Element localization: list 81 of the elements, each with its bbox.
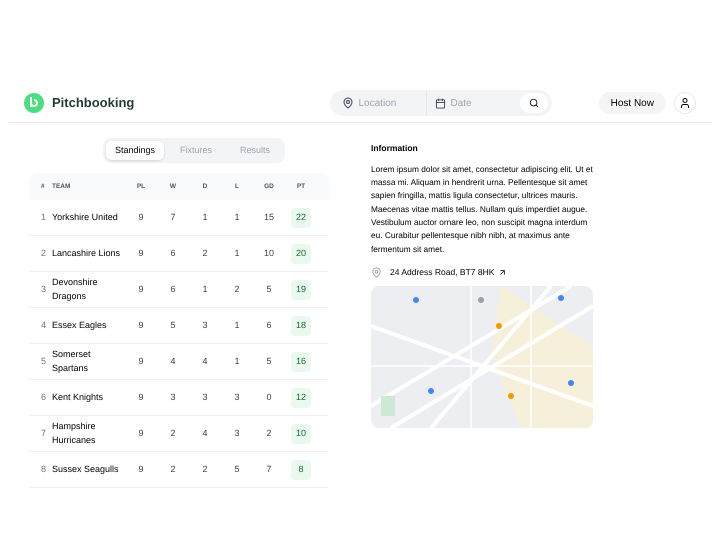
table-cell-text: 9 [137, 318, 144, 332]
table-cell-text: 1 [233, 210, 240, 224]
table-cell-text: 2 [233, 282, 240, 296]
table-cell-text: 2 [201, 246, 208, 260]
host-now-button[interactable]: Host Now [598, 92, 666, 114]
points-badge: 19 [291, 280, 311, 300]
profile-button[interactable] [674, 92, 696, 114]
external-link-icon [498, 268, 508, 277]
tab[interactable]: Standings [106, 141, 164, 160]
table-cell-text: 4 [169, 354, 176, 368]
team-name: Somerset Spartans [52, 348, 92, 375]
team-name: Devonshire Dragons [52, 276, 99, 303]
table-cell-text: 9 [137, 390, 144, 404]
table-cell-text: 5 [233, 462, 240, 476]
table-cell-text: 9 [137, 426, 144, 440]
table-cell-text: 9 [137, 462, 144, 476]
table-cell-text: 2 [201, 462, 208, 476]
table-cell-text: 9 [137, 246, 144, 260]
info-description: Lorem ipsum dolor sit amet, consectetur adipiscing elit. Ut et massa mi. Aliquam in hendrerit urna. Pellentesque sit amet sapien fringilla, mattis ligula consectetur, ultrices mauris. Maecenas vitae mattis tellus. Nullam quis imperdiet augue. Vestibulum auctor ornare leo, non suscipit magna interdum eu. Curabitur pellentesque nibh nibh, at maximus ante fermentum sit amet. [371, 162, 593, 256]
table-cell-text: 3 [201, 390, 208, 404]
table-cell-text: 4 [201, 426, 208, 440]
points-badge: 18 [291, 316, 311, 336]
logo-icon [24, 93, 44, 113]
address-link[interactable]: 24 Address Road, BT7 8HK [390, 266, 494, 279]
table-cell-text: 9 [137, 210, 144, 224]
user-icon [678, 97, 691, 109]
table-cell-text: 3 [233, 390, 240, 404]
search-button[interactable] [520, 93, 548, 113]
info-title: Information [371, 142, 419, 155]
rank-number: 2 [41, 246, 48, 260]
table-cell-text: 6 [265, 318, 272, 332]
location-field[interactable]: Location [358, 96, 422, 110]
table-cell-text: 1 [233, 246, 240, 260]
table-cell-text: 1 [201, 210, 208, 224]
team-name: Sussex Seagulls [52, 462, 120, 476]
location-pin-icon [342, 97, 354, 109]
search-icon [529, 98, 540, 108]
table-cell-text: 1 [233, 318, 240, 332]
table-cell-text: 6 [169, 246, 176, 260]
table-cell-text: 5 [169, 318, 176, 332]
points-badge: 20 [291, 244, 311, 264]
points-badge: 22 [291, 208, 311, 228]
table-cell-text: 4 [201, 354, 208, 368]
table-cell-text: 2 [265, 426, 272, 440]
rank-number: 6 [41, 390, 48, 404]
table-cell-text: 15 [262, 210, 275, 224]
rank-number: 7 [41, 426, 48, 440]
table-cell-text: 1 [233, 354, 240, 368]
team-name: Hampshire Hurricanes [52, 420, 97, 446]
rank-number: 5 [41, 354, 48, 368]
table-cell-text: 3 [233, 426, 240, 440]
team-name: Lancashire Lions [52, 246, 122, 260]
table-cell-text: 3 [201, 318, 208, 332]
table-cell-text: 2 [169, 462, 176, 476]
team-name: Yorkshire United [52, 210, 119, 224]
table-cell-text: 2 [169, 426, 176, 440]
points-badge: 8 [291, 460, 311, 480]
rank-number: 8 [41, 462, 48, 476]
table-cell-text: 5 [265, 282, 272, 296]
table-cell-text: 1 [201, 282, 208, 296]
brand-name[interactable]: Pitchbooking [52, 93, 134, 113]
table-cell-text: 7 [265, 462, 272, 476]
points-badge: 12 [291, 388, 311, 408]
calendar-icon [435, 98, 446, 108]
table-cell-text: 9 [137, 282, 144, 296]
table-cell-text: 3 [169, 390, 176, 404]
table-cell-text: 0 [265, 390, 272, 404]
points-badge: 10 [291, 424, 311, 444]
table-cell-text: 10 [262, 246, 275, 260]
date-field[interactable]: Date [450, 96, 510, 110]
table-cell-text: 9 [137, 354, 144, 368]
points-badge: 16 [291, 352, 311, 372]
table-cell-text: 7 [169, 210, 176, 224]
location-pin-icon [371, 266, 382, 278]
rank-number: 1 [41, 210, 48, 224]
team-name: Essex Eagles [52, 318, 108, 332]
rank-number: 3 [41, 282, 48, 296]
table-cell-text: 5 [265, 354, 272, 368]
rank-number: 4 [41, 318, 48, 332]
table-cell-text: 6 [169, 282, 176, 296]
team-name: Kent Knights [52, 390, 104, 404]
